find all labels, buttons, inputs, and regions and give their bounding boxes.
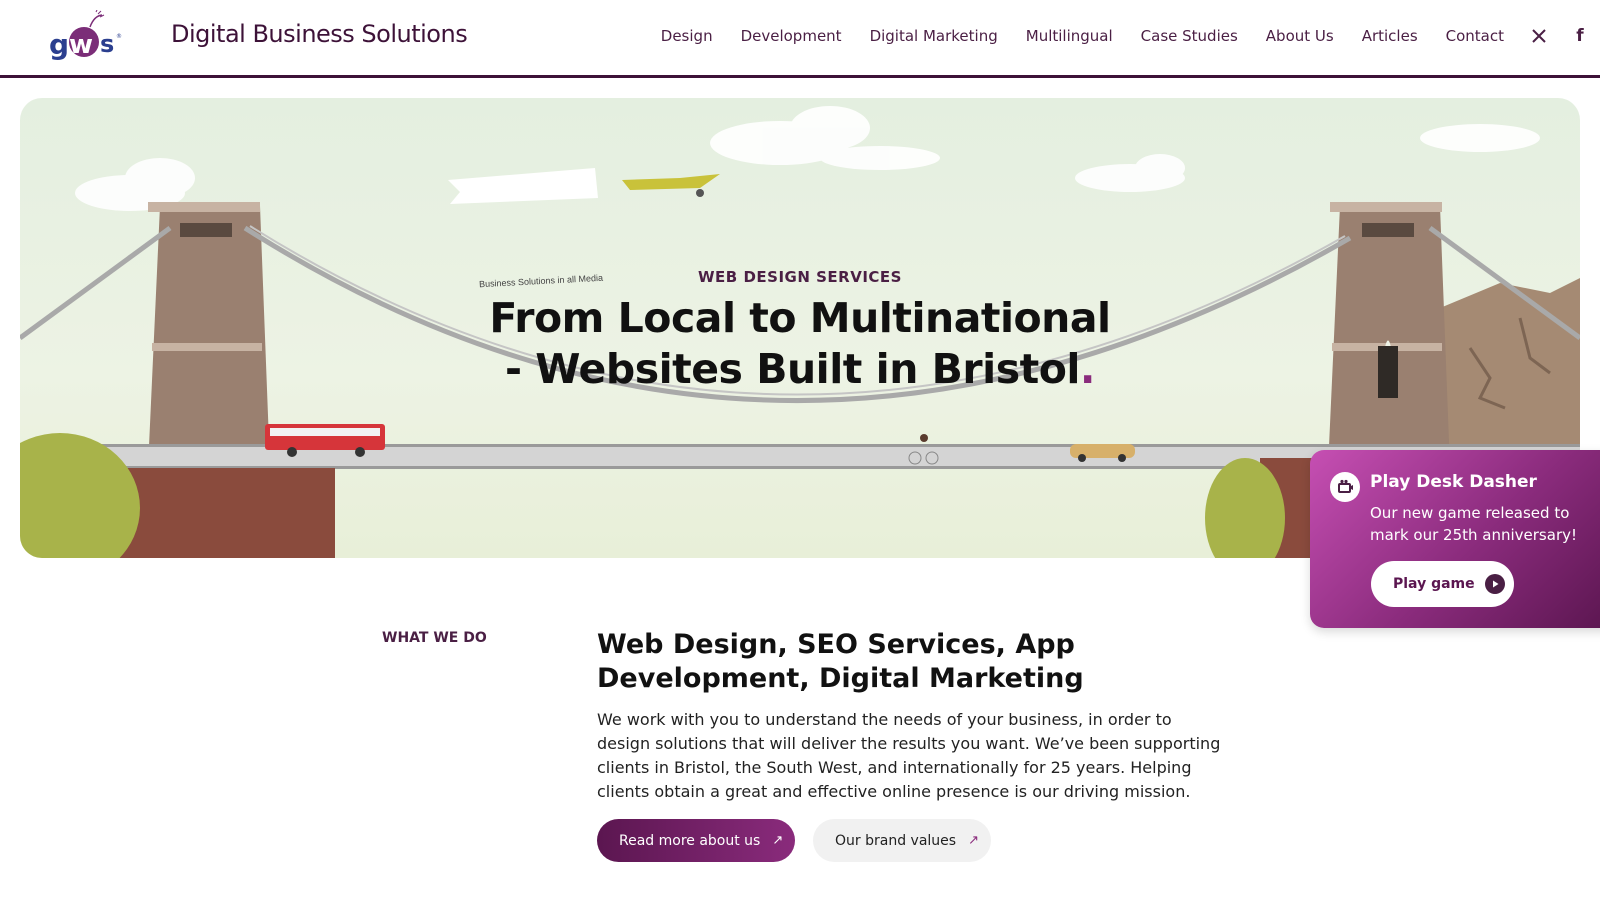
svg-text:®: ®: [116, 33, 122, 40]
site-title[interactable]: Digital Business Solutions: [171, 20, 468, 48]
brand-values-label: Our brand values: [835, 832, 957, 849]
hero-title-line-1: From Local to Multinational: [489, 294, 1111, 342]
main-nav: Design Development Digital Marketing Mul…: [661, 27, 1504, 45]
hero-title-line-2-text: - Websites Built in Bristol: [504, 345, 1080, 393]
read-more-label: Read more about us: [619, 832, 761, 849]
hero-title-line-2: - Websites Built in Bristol.: [20, 344, 1580, 395]
arrow-up-right-icon: ↗: [772, 833, 784, 848]
section-label: WHAT WE DO: [382, 630, 487, 646]
nav-articles[interactable]: Articles: [1362, 27, 1418, 45]
hero-title-dot: .: [1079, 345, 1096, 393]
gws-logo[interactable]: g w s ®: [46, 10, 126, 62]
play-icon: [1484, 574, 1505, 594]
nav-digital-marketing[interactable]: Digital Marketing: [870, 27, 998, 45]
brand-values-button[interactable]: Our brand values ↗: [813, 819, 991, 862]
nav-about-us[interactable]: About Us: [1266, 27, 1334, 45]
svg-text:g: g: [49, 28, 69, 61]
nav-development[interactable]: Development: [741, 27, 842, 45]
game-description: Our new game released to mark our 25th a…: [1370, 504, 1577, 544]
facebook-icon[interactable]: f: [1569, 24, 1591, 48]
clouds: [75, 106, 1540, 211]
game-title: Play Desk Dasher: [1370, 472, 1537, 492]
nav-multilingual[interactable]: Multilingual: [1026, 27, 1113, 45]
x-icon[interactable]: [1528, 24, 1550, 48]
section-heading: Web Design, SEO Services, App Developmen…: [597, 629, 1084, 694]
arrow-up-right-icon: ↗: [968, 833, 979, 848]
svg-text:w: w: [69, 30, 93, 60]
read-more-about-us-button[interactable]: Read more about us ↗: [597, 819, 795, 862]
hero-title: From Local to Multinational - Websites B…: [20, 293, 1580, 395]
section-body: We work with you to understand the needs…: [597, 710, 1221, 801]
nav-case-studies[interactable]: Case Studies: [1141, 27, 1238, 45]
hero-text: WEB DESIGN SERVICES From Local to Multin…: [20, 268, 1580, 395]
game-promo-card: Play Desk Dasher Our new game released t…: [1310, 450, 1600, 628]
hero-eyebrow: WEB DESIGN SERVICES: [698, 268, 902, 286]
play-game-label: Play game: [1393, 576, 1475, 592]
svg-text:s: s: [100, 30, 114, 58]
nav-design[interactable]: Design: [661, 27, 713, 45]
site-header: g w s ® Digital Business Solutions Desig…: [0, 0, 1600, 78]
play-game-button[interactable]: Play game: [1371, 561, 1514, 607]
gamepad-icon: [1330, 472, 1360, 502]
nav-contact[interactable]: Contact: [1446, 27, 1504, 45]
